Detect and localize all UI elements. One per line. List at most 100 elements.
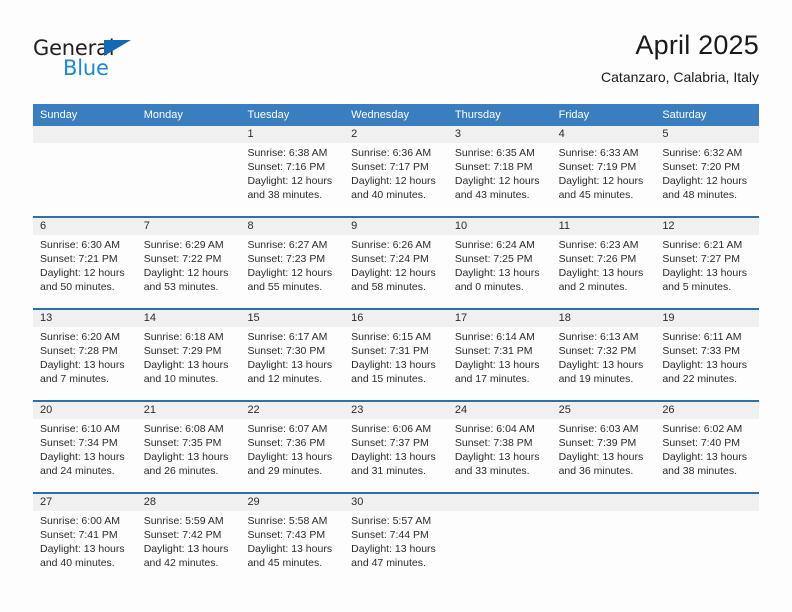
day-cell[interactable]: Sunrise: 6:23 AM Sunset: 7:26 PM Daylight:… bbox=[552, 235, 656, 308]
calendar-week-row: 1 2 3 4 5 Sunrise: 6:38 AM Sunset: 7:16 PM Dayl… bbox=[33, 126, 759, 216]
day-number bbox=[552, 494, 656, 511]
day-detail-line: Sunrise: 5:58 AM bbox=[247, 515, 328, 527]
day-number[interactable]: 9 bbox=[344, 218, 448, 235]
day-cell[interactable]: Sunrise: 6:03 AM Sunset: 7:39 PM Daylight:… bbox=[552, 419, 656, 492]
day-cell[interactable]: Sunrise: 6:13 AM Sunset: 7:32 PM Daylight:… bbox=[552, 327, 656, 400]
day-content-row: Sunrise: 6:20 AM Sunset: 7:28 PM Daylight:… bbox=[33, 327, 759, 400]
day-number[interactable]: 20 bbox=[33, 402, 137, 419]
day-content-row: Sunrise: 6:00 AM Sunset: 7:41 PM Daylight:… bbox=[33, 511, 759, 584]
day-cell[interactable]: Sunrise: 6:18 AM Sunset: 7:29 PM Daylight:… bbox=[137, 327, 241, 400]
day-cell[interactable]: Sunrise: 6:36 AM Sunset: 7:17 PM Daylight:… bbox=[344, 143, 448, 216]
day-detail-line: and 17 minutes. bbox=[454, 373, 530, 385]
weekday-header-tuesday: Tuesday bbox=[247, 109, 290, 121]
day-number-band: 13 14 15 16 17 18 19 bbox=[33, 310, 759, 327]
day-cell[interactable]: Sunrise: 6:08 AM Sunset: 7:35 PM Daylight:… bbox=[137, 419, 241, 492]
day-cell[interactable]: Sunrise: 6:00 AM Sunset: 7:41 PM Daylight:… bbox=[33, 511, 137, 584]
day-detail-line: Daylight: 12 hours bbox=[662, 175, 747, 187]
day-detail-line: Sunset: 7:32 PM bbox=[558, 345, 637, 357]
day-detail-line: Sunset: 7:30 PM bbox=[247, 345, 326, 357]
day-detail-line: and 47 minutes. bbox=[351, 557, 426, 569]
day-number[interactable]: 28 bbox=[137, 494, 241, 511]
day-number[interactable]: 23 bbox=[344, 402, 448, 419]
day-number[interactable]: 27 bbox=[33, 494, 137, 511]
day-cell[interactable]: Sunrise: 6:32 AM Sunset: 7:20 PM Daylight:… bbox=[655, 143, 759, 216]
day-detail-line: Sunrise: 6:27 AM bbox=[247, 239, 328, 251]
day-detail-line: Daylight: 13 hours bbox=[454, 359, 540, 371]
day-number[interactable]: 10 bbox=[448, 218, 552, 235]
day-number[interactable]: 13 bbox=[33, 310, 137, 327]
day-number[interactable]: 3 bbox=[448, 126, 552, 143]
day-detail-line: and 55 minutes. bbox=[247, 281, 323, 293]
day-cell[interactable]: Sunrise: 6:21 AM Sunset: 7:27 PM Daylight:… bbox=[655, 235, 759, 308]
day-cell[interactable]: Sunrise: 6:24 AM Sunset: 7:25 PM Daylight:… bbox=[448, 235, 552, 308]
day-number[interactable]: 22 bbox=[240, 402, 344, 419]
day-number[interactable]: 5 bbox=[655, 126, 759, 143]
day-number[interactable]: 19 bbox=[655, 310, 759, 327]
day-number[interactable]: 6 bbox=[33, 218, 137, 235]
day-number[interactable]: 2 bbox=[344, 126, 448, 143]
day-cell[interactable]: Sunrise: 6:11 AM Sunset: 7:33 PM Daylight:… bbox=[655, 327, 759, 400]
day-cell[interactable]: Sunrise: 6:02 AM Sunset: 7:40 PM Daylight:… bbox=[655, 419, 759, 492]
day-detail-line: and 19 minutes. bbox=[558, 373, 634, 385]
day-detail-line: Sunset: 7:42 PM bbox=[143, 529, 222, 541]
day-cell[interactable]: Sunrise: 6:38 AM Sunset: 7:16 PM Daylight:… bbox=[240, 143, 344, 216]
day-detail-line: and 31 minutes. bbox=[351, 465, 426, 477]
day-cell[interactable]: Sunrise: 6:20 AM Sunset: 7:28 PM Daylight:… bbox=[33, 327, 137, 400]
day-cell[interactable]: Sunrise: 6:07 AM Sunset: 7:36 PM Daylight:… bbox=[240, 419, 344, 492]
day-number[interactable]: 29 bbox=[240, 494, 344, 511]
day-number[interactable]: 14 bbox=[137, 310, 241, 327]
day-number[interactable]: 30 bbox=[344, 494, 448, 511]
day-detail-line: Sunset: 7:23 PM bbox=[247, 253, 326, 265]
day-cell[interactable]: Sunrise: 6:04 AM Sunset: 7:38 PM Daylight:… bbox=[448, 419, 552, 492]
day-cell[interactable]: Sunrise: 6:06 AM Sunset: 7:37 PM Daylight:… bbox=[344, 419, 448, 492]
day-number[interactable]: 8 bbox=[240, 218, 344, 235]
day-cell[interactable]: Sunrise: 6:30 AM Sunset: 7:21 PM Daylight:… bbox=[33, 235, 137, 308]
day-number[interactable]: 11 bbox=[552, 218, 656, 235]
day-detail-line: Daylight: 13 hours bbox=[662, 451, 747, 463]
day-number[interactable]: 4 bbox=[552, 126, 656, 143]
day-number bbox=[655, 494, 759, 511]
day-cell[interactable]: Sunrise: 6:10 AM Sunset: 7:34 PM Daylight:… bbox=[33, 419, 137, 492]
weekday-header-monday: Monday bbox=[143, 109, 183, 121]
day-cell[interactable]: Sunrise: 6:29 AM Sunset: 7:22 PM Daylight:… bbox=[137, 235, 241, 308]
day-number-band: 12345 bbox=[33, 126, 759, 143]
day-detail-line: Sunset: 7:43 PM bbox=[247, 529, 326, 541]
day-detail-line: Sunset: 7:34 PM bbox=[40, 437, 118, 449]
day-detail-line: and 12 minutes. bbox=[247, 373, 323, 385]
day-cell[interactable]: Sunrise: 6:35 AM Sunset: 7:18 PM Daylight:… bbox=[448, 143, 552, 216]
day-cell bbox=[137, 143, 241, 216]
day-number[interactable]: 17 bbox=[448, 310, 552, 327]
day-detail-line: and 40 minutes. bbox=[351, 189, 426, 201]
day-detail-line: and 2 minutes. bbox=[558, 281, 628, 293]
day-number[interactable]: 26 bbox=[655, 402, 759, 419]
day-detail-line: Sunrise: 6:32 AM bbox=[662, 147, 743, 159]
day-detail-line: Daylight: 13 hours bbox=[558, 451, 644, 463]
day-cell[interactable]: Sunrise: 6:26 AM Sunset: 7:24 PM Daylight:… bbox=[344, 235, 448, 308]
day-cell[interactable]: Sunrise: 6:27 AM Sunset: 7:23 PM Daylight:… bbox=[240, 235, 344, 308]
day-number[interactable]: 15 bbox=[240, 310, 344, 327]
day-cell[interactable]: Sunrise: 6:14 AM Sunset: 7:31 PM Daylight:… bbox=[448, 327, 552, 400]
day-detail-line: Sunset: 7:24 PM bbox=[351, 253, 429, 265]
day-number[interactable]: 12 bbox=[655, 218, 759, 235]
day-cell[interactable]: Sunrise: 6:15 AM Sunset: 7:31 PM Daylight:… bbox=[344, 327, 448, 400]
day-cell bbox=[655, 511, 759, 584]
page-title: April 2025 bbox=[635, 30, 759, 60]
brand-logo[interactable]: General Blue bbox=[33, 36, 153, 82]
day-number[interactable]: 18 bbox=[552, 310, 656, 327]
day-cell[interactable]: Sunrise: 5:59 AM Sunset: 7:42 PM Daylight:… bbox=[137, 511, 241, 584]
day-cell[interactable]: Sunrise: 5:57 AM Sunset: 7:44 PM Daylight:… bbox=[344, 511, 448, 584]
day-detail-line: Sunrise: 6:10 AM bbox=[40, 423, 120, 435]
day-cell[interactable]: Sunrise: 5:58 AM Sunset: 7:43 PM Daylight:… bbox=[240, 511, 344, 584]
day-number[interactable]: 1 bbox=[240, 126, 344, 143]
day-detail-line: Sunset: 7:20 PM bbox=[662, 161, 740, 173]
day-number-band: 6 7 8 9 10 11 12 bbox=[33, 218, 759, 235]
day-number[interactable]: 24 bbox=[448, 402, 552, 419]
day-detail-line: Sunset: 7:31 PM bbox=[351, 345, 429, 357]
day-cell[interactable]: Sunrise: 6:17 AM Sunset: 7:30 PM Daylight:… bbox=[240, 327, 344, 400]
day-number[interactable]: 7 bbox=[137, 218, 241, 235]
day-number[interactable]: 16 bbox=[344, 310, 448, 327]
page-subtitle: Catanzaro, Calabria, Italy bbox=[601, 69, 759, 85]
day-number[interactable]: 21 bbox=[137, 402, 241, 419]
day-cell[interactable]: Sunrise: 6:33 AM Sunset: 7:19 PM Daylight:… bbox=[552, 143, 656, 216]
day-number[interactable]: 25 bbox=[552, 402, 656, 419]
